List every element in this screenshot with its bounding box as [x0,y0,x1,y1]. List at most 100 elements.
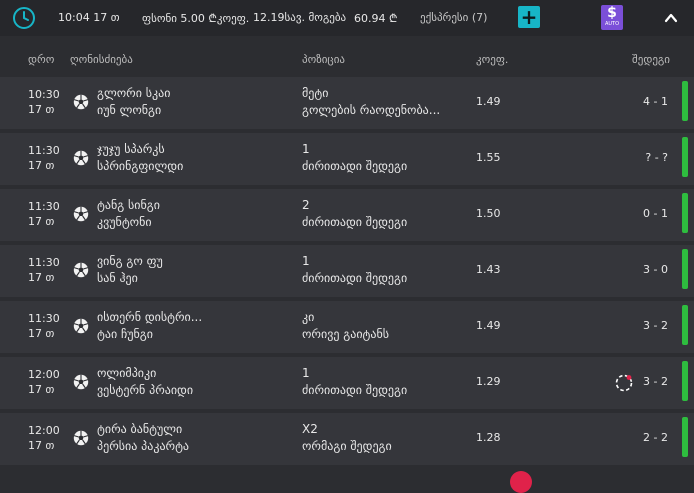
table-row[interactable]: 12:00 17 თ ოლიმპიკი ვესტერნ პრაიდი 1 ძირ… [0,357,694,409]
event-teams: ტირა ბანტული პერსია პაკარტა [97,421,287,455]
date-value: 17 თ [28,327,55,340]
clock-icon[interactable] [12,6,36,30]
bet-time: 10:04 17 თ [58,11,120,24]
table-row[interactable]: 11:30 17 თ ვინგ გო ფუ სან ჰეი 1 ძირითადი… [0,245,694,297]
table-row[interactable]: 11:30 17 თ ტანგ სინგი კვუნტონი 2 ძირითად… [0,189,694,241]
possible-win-amount: 60.94 ₾ [354,12,398,25]
pick: 2 [302,198,310,212]
stake-label: ფსონი 5.00 ₾კოეფ. [142,12,250,25]
odds-value: 1.55 [476,151,501,164]
home-team: ჯუჯუ სპარკს [97,142,165,156]
table-row[interactable]: 10:30 17 თ გლორი სკაი იუნ ლონგი მეტი გოლ… [0,77,694,129]
date-value: 17 თ [28,103,55,116]
chevron-up-icon[interactable] [664,11,678,25]
market: გოლების რაოდენობა... [302,103,441,117]
event-teams: ვინგ გო ფუ სან ჰეი [97,253,287,287]
football-icon [73,374,89,390]
away-team: ტაი ჩუნგი [97,327,153,341]
bet-position: 2 ძირითადი შედეგი [302,197,462,231]
date-value: 17 თ [28,439,55,452]
football-icon [73,318,89,334]
table-row[interactable]: 12:00 17 თ ტირა ბანტული პერსია პაკარტა X… [0,413,694,465]
notification-badge[interactable] [510,471,532,493]
pick: X2 [302,422,318,436]
home-team: ოლიმპიკი [97,366,157,380]
event-teams: გლორი სკაი იუნ ლონგი [97,85,287,119]
table-row[interactable]: 11:30 17 თ ჯუჯუ სპარკს სპრინგფილდი 1 ძირ… [0,133,694,185]
market: ძირითადი შედეგი [302,159,408,173]
bet-position: 1 ძირითადი შედეგი [302,141,462,175]
football-icon [73,262,89,278]
time-value: 11:30 [28,200,60,213]
score-value: 4 - 1 [643,95,668,108]
score-value: 3 - 2 [643,375,668,388]
away-team: პერსია პაკარტა [97,439,190,453]
home-team: ვინგ გო ფუ [97,254,163,268]
away-team: ვესტერნ პრაიდი [97,383,194,397]
event-time: 12:00 17 თ [28,367,62,397]
home-team: გლორი სკაი [97,86,171,100]
football-icon [73,94,89,110]
pick: მეტი [302,86,329,100]
market: ორივე გაიტანს [302,327,390,341]
market: ძირითადი შედეგი [302,271,408,285]
bet-position: 1 ძირითადი შედეგი [302,365,462,399]
column-header-event: ღონისძიება [70,53,133,66]
column-header-date: დრო [28,53,55,66]
bet-position: კი ორივე გაიტანს [302,309,462,343]
football-icon [73,206,89,222]
table-header: დრო ღონისძიება პოზიცია კოეფ. შედეგი [0,44,694,74]
bet-position: მეტი გოლების რაოდენობა... [302,85,462,119]
win-status-indicator [682,361,688,401]
score-value: ? - ? [645,151,668,164]
column-header-result: შედეგი [632,53,670,66]
score-value: 0 - 1 [643,207,668,220]
pick: 1 [302,254,310,268]
plus-icon: + [520,5,538,29]
win-status-indicator [682,137,688,177]
event-teams: ჯუჯუ სპარკს სპრინგფილდი [97,141,287,175]
away-team: კვუნტონი [97,215,152,229]
score-value: 3 - 0 [643,263,668,276]
market: ორმაგი შედეგი [302,439,392,453]
live-indicator-icon [615,374,633,392]
win-status-indicator [682,417,688,457]
odds-value: 1.49 [476,95,501,108]
pick: კი [302,310,315,324]
event-teams: ტანგ სინგი კვუნტონი [97,197,287,231]
market: ძირითადი შედეგი [302,215,408,229]
time-value: 12:00 [28,368,60,381]
time-value: 12:00 [28,424,60,437]
bet-slip-bar: 10:04 17 თ ფსონი 5.00 ₾კოეფ. 12.19სავ. მ… [0,0,694,36]
time-value: 11:30 [28,144,60,157]
football-icon [73,150,89,166]
add-bet-button[interactable]: + [518,6,540,28]
table-row[interactable]: 11:30 17 თ ისთერნ დისტრი... ტაი ჩუნგი კი… [0,301,694,353]
odds-value: 1.49 [476,319,501,332]
away-team: სან ჰეი [97,271,138,285]
event-time: 11:30 17 თ [28,311,62,341]
date-value: 17 თ [28,271,55,284]
odds-value: 1.28 [476,431,501,444]
express-count: ექსპრესი (7) [420,11,488,24]
possible-win-label: 12.19სავ. მოგება [253,11,347,24]
odds-value: 1.29 [476,375,501,388]
pick: 1 [302,142,310,156]
home-team: ტირა ბანტული [97,422,183,436]
event-time: 12:00 17 თ [28,423,62,453]
win-status-indicator [682,249,688,289]
bet-position: 1 ძირითადი შედეგი [302,253,462,287]
event-time: 10:30 17 თ [28,87,62,117]
home-team: ისთერნ დისტრი... [97,310,203,324]
win-status-indicator [682,193,688,233]
event-teams: ოლიმპიკი ვესტერნ პრაიდი [97,365,287,399]
away-team: იუნ ლონგი [97,103,162,117]
event-time: 11:30 17 თ [28,143,62,173]
date-value: 17 თ [28,159,55,172]
bet-position: X2 ორმაგი შედეგი [302,421,462,455]
auto-bet-button[interactable]: $ AUTO [601,5,623,30]
football-icon [73,430,89,446]
win-status-indicator [682,81,688,121]
event-teams: ისთერნ დისტრი... ტაი ჩუნგი [97,309,287,343]
auto-label: AUTO [604,21,620,27]
